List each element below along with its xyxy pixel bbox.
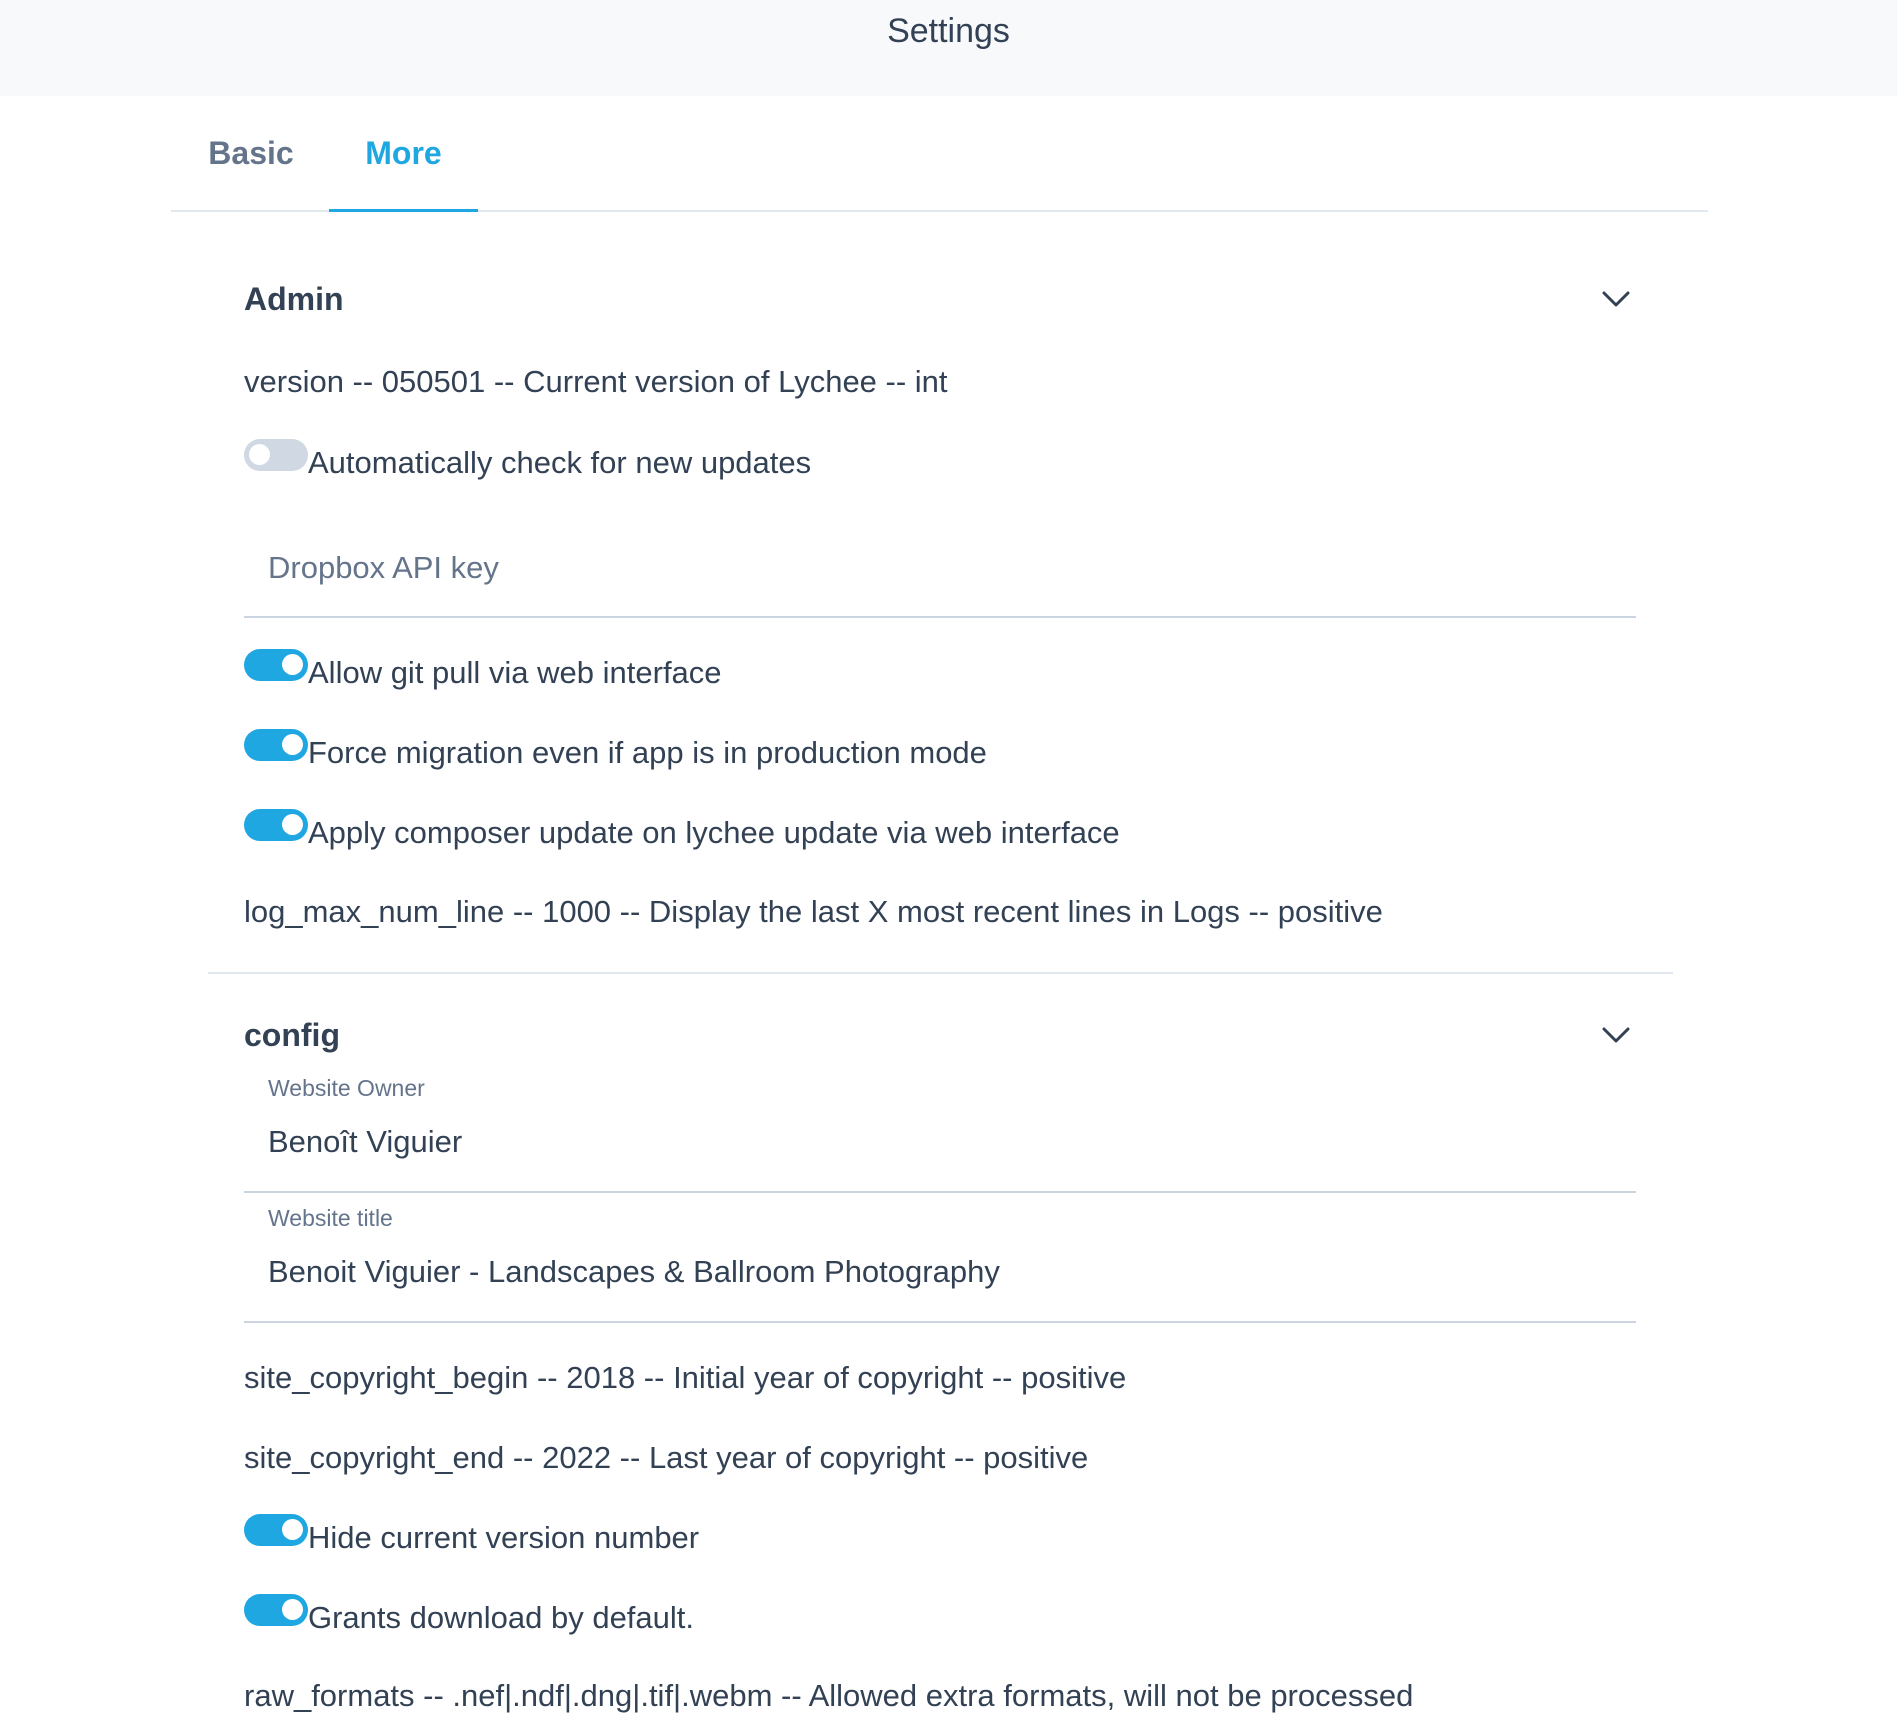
- git-pull-label: Allow git pull via web interface: [308, 655, 722, 690]
- tab-bar: Basic More: [171, 96, 1708, 212]
- config-section-title: config: [244, 1017, 340, 1053]
- toggle-knob: [282, 814, 303, 835]
- grants-download-toggle[interactable]: [244, 1594, 308, 1626]
- hide-version-toggle[interactable]: [244, 1514, 308, 1546]
- admin-section-header[interactable]: Admin: [244, 269, 1636, 329]
- tab-basic[interactable]: Basic: [171, 96, 331, 210]
- copyright-begin-setting: site_copyright_begin -- 2018 -- Initial …: [244, 1360, 1127, 1395]
- website-owner-label: Website Owner: [268, 1075, 425, 1101]
- top-bar: Settings: [0, 0, 1897, 96]
- force-migration-label: Force migration even if app is in produc…: [308, 735, 987, 770]
- toggle-knob: [249, 444, 270, 465]
- chevron-down-icon[interactable]: [1596, 1015, 1636, 1055]
- chevron-down-icon[interactable]: [1596, 279, 1636, 319]
- tab-more[interactable]: More: [329, 96, 478, 212]
- copyright-end-setting: site_copyright_end -- 2022 -- Last year …: [244, 1440, 1089, 1475]
- website-owner-field: Website Owner: [244, 1075, 1636, 1193]
- version-setting: version -- 050501 -- Current version of …: [244, 364, 948, 399]
- raw-formats-setting: raw_formats -- .nef|.ndf|.dng|.tif|.webm…: [244, 1678, 1414, 1713]
- log-max-num-line-setting: log_max_num_line -- 1000 -- Display the …: [244, 894, 1383, 929]
- website-owner-input[interactable]: [268, 1121, 1608, 1163]
- dropbox-api-key-field: [244, 528, 1636, 618]
- toggle-knob: [282, 654, 303, 675]
- website-title-field: Website title: [244, 1205, 1636, 1323]
- composer-update-toggle[interactable]: [244, 809, 308, 841]
- toggle-knob: [282, 1519, 303, 1540]
- auto-update-toggle[interactable]: [244, 439, 308, 471]
- force-migration-toggle[interactable]: [244, 729, 308, 761]
- dropbox-api-key-input[interactable]: [268, 548, 1608, 588]
- grants-download-label: Grants download by default.: [308, 1600, 695, 1635]
- website-title-label: Website title: [268, 1205, 393, 1231]
- hide-version-label: Hide current version number: [308, 1520, 700, 1555]
- website-title-input[interactable]: [268, 1251, 1608, 1293]
- auto-update-label: Automatically check for new updates: [308, 445, 812, 480]
- composer-update-label: Apply composer update on lychee update v…: [308, 815, 1120, 850]
- git-pull-toggle[interactable]: [244, 649, 308, 681]
- section-divider: [208, 972, 1673, 974]
- toggle-knob: [282, 734, 303, 755]
- config-section-header[interactable]: config: [244, 1005, 1636, 1065]
- toggle-knob: [282, 1599, 303, 1620]
- page-title: Settings: [887, 12, 1010, 50]
- admin-section-title: Admin: [244, 281, 344, 317]
